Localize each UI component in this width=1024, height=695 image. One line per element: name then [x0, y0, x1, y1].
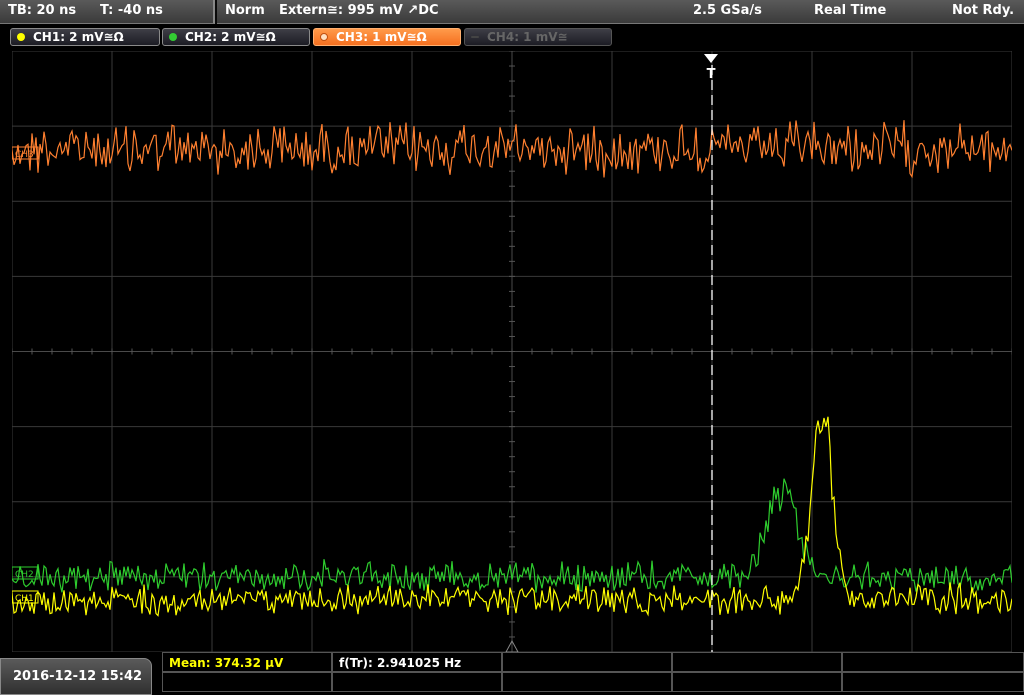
trigger-status-box[interactable]: Norm Extern≅: 995 mV ↗DC 2.5 GSa/s Real … [217, 0, 1024, 24]
measurement-cell-2: f(Tr): 2.941025 Hz [332, 652, 502, 672]
measurement-cell-3 [502, 652, 672, 672]
channel-bar: CH1: 2 mV≅Ω CH2: 2 mV≅Ω CH3: 1 mV≅Ω CH4:… [0, 25, 1024, 49]
trigger-mode: Norm [225, 3, 265, 18]
measurement-cell-7 [332, 672, 502, 692]
date-time-box: 2016-12-12 15:42 [0, 658, 152, 695]
top-status-bar: TB: 20 ns T: -40 ns Norm Extern≅: 995 mV… [0, 0, 1024, 24]
measurement-cell-4 [672, 652, 842, 672]
acquisition-mode: Real Time [814, 3, 887, 18]
channel-1-button[interactable]: CH1: 2 mV≅Ω [10, 28, 160, 46]
channel-2-button[interactable]: CH2: 2 mV≅Ω [162, 28, 310, 46]
channel-1-label: CH1: 2 mV≅Ω [33, 30, 124, 44]
trigger-source: Extern≅: 995 mV ↗DC [279, 3, 439, 18]
time-offset-value: T: -40 ns [100, 3, 163, 18]
channel-4-off-icon [471, 36, 479, 38]
sample-rate: 2.5 GSa/s [693, 3, 762, 18]
trigger-marker-label: T [707, 67, 716, 82]
channel-3-button[interactable]: CH3: 1 mV≅Ω [313, 28, 461, 46]
channel-4-button[interactable]: CH4: 1 mV≅ [464, 28, 612, 46]
channel-3-dot-icon [320, 33, 328, 41]
channel-4-label: CH4: 1 mV≅ [487, 30, 568, 44]
measurement-cell-5 [842, 652, 1024, 672]
timebase-value: TB: 20 ns [8, 3, 77, 18]
channel-2-label: CH2: 2 mV≅Ω [185, 30, 276, 44]
measurement-cell-9 [672, 672, 842, 692]
ch3-marker-label: CH3 [15, 150, 34, 160]
date-time: 2016-12-12 15:42 [13, 669, 143, 684]
measurement-panel[interactable]: Mean: 374.32 µV f(Tr): 2.941025 Hz [162, 652, 1024, 695]
channel-1-dot-icon [17, 33, 25, 41]
waveform-display[interactable]: T CH3 CH2 CH1 [12, 51, 1012, 652]
timebase-box[interactable]: TB: 20 ns T: -40 ns [0, 0, 215, 24]
measurement-cell-10 [842, 672, 1024, 692]
ch1-marker-label: CH1 [15, 594, 34, 604]
trigger-frequency: f(Tr): 2.941025 Hz [339, 656, 462, 670]
measurement-cell-6 [162, 672, 332, 692]
channel-3-label: CH3: 1 mV≅Ω [336, 30, 427, 44]
ch2-marker-label: CH2 [15, 570, 34, 580]
measurement-cell-1: Mean: 374.32 µV [162, 652, 332, 672]
mean-measurement: Mean: 374.32 µV [169, 656, 284, 670]
measurement-cell-8 [502, 672, 672, 692]
channel-2-dot-icon [169, 33, 177, 41]
acquisition-status: Not Rdy. [952, 3, 1015, 18]
